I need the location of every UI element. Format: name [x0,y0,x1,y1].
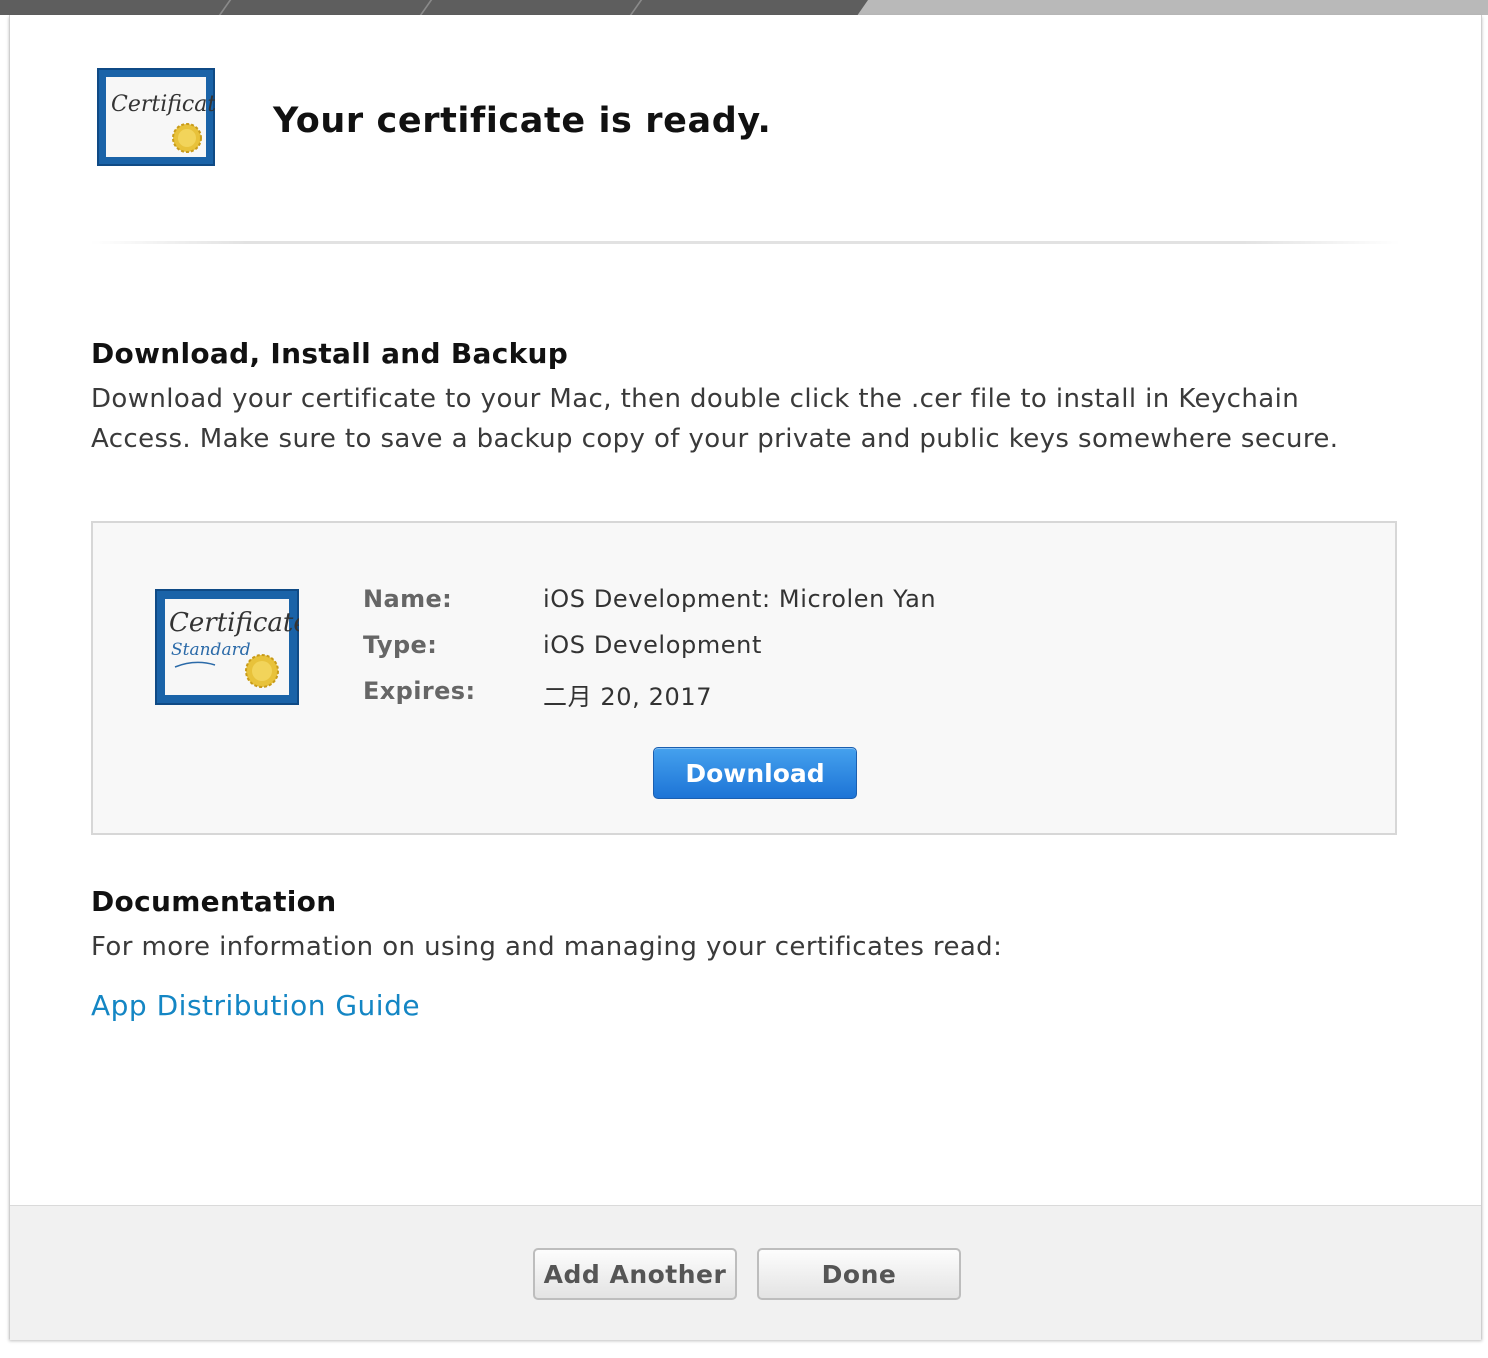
name-label: Name: [363,585,453,613]
page-title: Your certificate is ready. [273,101,772,141]
svg-text:Certificate: Certificate [111,92,215,117]
certificate-icon: Certificate [97,68,215,166]
certificate-details-box: Certificate Standard Name: iOS Developme… [91,521,1397,835]
done-button[interactable]: Done [757,1248,961,1300]
name-value: iOS Development: Microlen Yan [543,585,937,613]
footer-bar: Add Another Done [10,1205,1481,1340]
progress-strip-fill [0,0,868,15]
expires-label: Expires: [363,677,476,705]
add-another-button[interactable]: Add Another [533,1248,737,1300]
app-distribution-guide-link[interactable]: App Distribution Guide [91,989,420,1022]
progress-strip [0,0,1488,15]
header-divider [90,241,1400,244]
download-section-description: Download your certificate to your Mac, t… [91,384,1339,454]
download-section-heading: Download, Install and Backup [91,337,569,370]
documentation-heading: Documentation [91,885,337,918]
certificate-ready-panel: Certificate Your certificate is ready. D… [9,15,1482,1340]
svg-text:Standard: Standard [171,640,251,660]
type-label: Type: [363,631,438,659]
download-button[interactable]: Download [653,747,857,799]
type-value: iOS Development [543,631,762,659]
expires-value: 二月 20, 2017 [543,683,713,711]
certificate-standard-icon: Certificate Standard [155,589,299,705]
svg-text:Certificate: Certificate [169,608,299,638]
documentation-description: For more information on using and managi… [91,932,1003,962]
